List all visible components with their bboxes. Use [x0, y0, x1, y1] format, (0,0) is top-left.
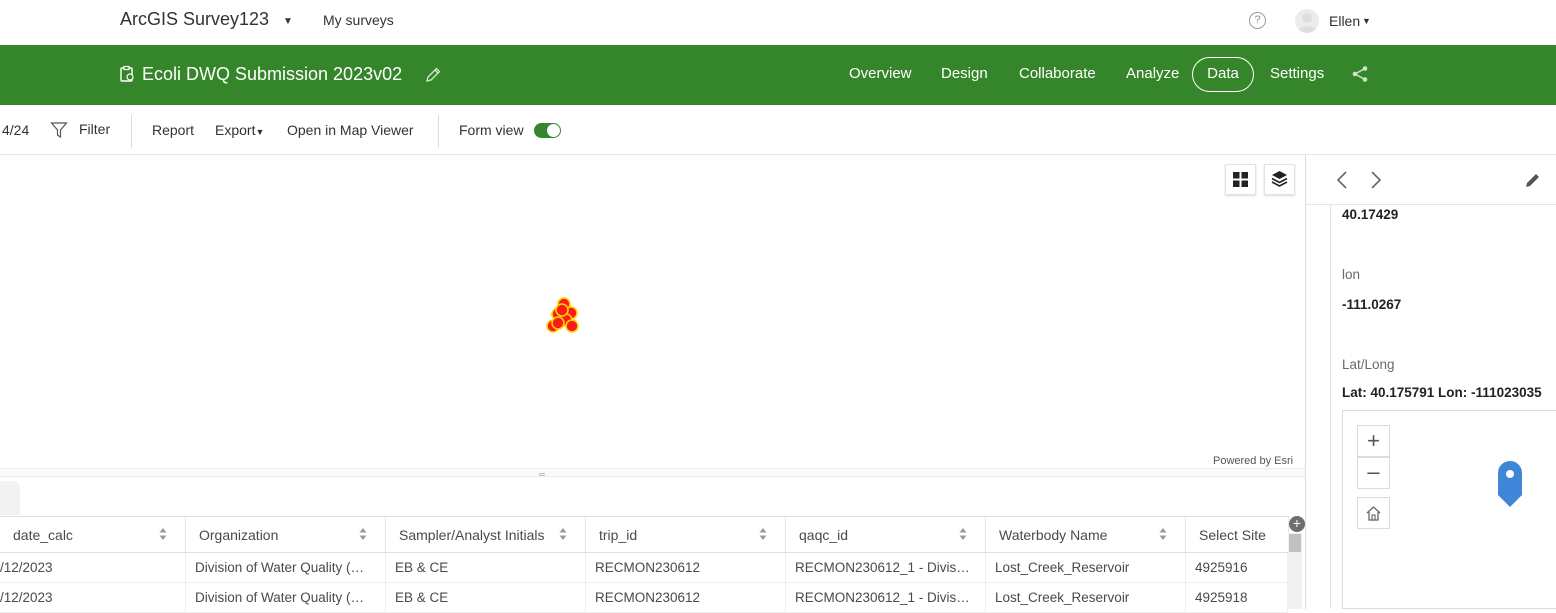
tab-overview[interactable]: Overview	[849, 65, 912, 82]
toolbar-divider	[438, 115, 439, 148]
column-header-label: Sampler/Analyst Initials	[399, 527, 545, 543]
user-name[interactable]: Ellen	[1329, 13, 1360, 29]
location-minimap[interactable]: + –	[1342, 410, 1556, 609]
tab-analyze[interactable]: Analyze	[1126, 65, 1179, 82]
tab-settings[interactable]: Settings	[1270, 65, 1324, 82]
survey-clipboard-icon	[118, 65, 136, 88]
home-icon[interactable]	[1357, 497, 1390, 529]
column-header[interactable]: Select Site	[1186, 516, 1289, 553]
pencil-icon[interactable]	[424, 66, 442, 89]
record-panel-header	[1306, 155, 1556, 205]
record-panel: 40.17429 lon -111.0267 Lat/Long Lat: 40.…	[1305, 155, 1556, 609]
toggle-knob	[547, 124, 560, 137]
record-count: 4/24	[2, 122, 30, 138]
tab-design[interactable]: Design	[941, 65, 988, 82]
column-header-label: Select Site	[1199, 527, 1266, 543]
avatar[interactable]	[1295, 9, 1319, 33]
location-pin-icon	[1497, 461, 1523, 514]
export-label: Export	[215, 122, 256, 138]
latlong-value: Lat: 40.175791 Lon: -111023035	[1342, 385, 1542, 400]
map-view[interactable]: Powered by Esri	[0, 155, 1305, 468]
app-menu-caret-icon[interactable]: ▼	[283, 16, 293, 27]
column-header[interactable]: Organization	[186, 516, 386, 553]
data-table: date_calc Organization Sampler/Analyst Ini…	[0, 516, 1305, 613]
data-toolbar: 4/24 Filter Report Export▼ Open in Map V…	[0, 105, 1556, 155]
report-button[interactable]: Report	[152, 122, 194, 138]
column-header[interactable]: Waterbody Name	[986, 516, 1186, 553]
filter-icon[interactable]	[50, 121, 68, 144]
share-icon[interactable]	[1351, 65, 1369, 88]
form-view-toggle[interactable]	[534, 123, 561, 138]
map-table-splitter[interactable]: ═	[0, 468, 1305, 479]
column-header[interactable]: trip_id	[586, 516, 786, 553]
zoom-out-button[interactable]: –	[1357, 457, 1390, 489]
column-header[interactable]: qaqc_id	[786, 516, 986, 553]
layers-icon[interactable]	[1264, 164, 1295, 195]
top-bar: ArcGIS Survey123 ▼ My surveys ? Ellen ▼	[0, 0, 1556, 45]
table-cell[interactable]: /12/2023	[0, 553, 186, 583]
user-menu-caret-icon[interactable]: ▼	[1362, 16, 1371, 26]
column-header-label: Organization	[199, 527, 279, 543]
table-scrollbar-thumb[interactable]	[1289, 534, 1301, 552]
basemap-gallery-icon[interactable]	[1225, 164, 1256, 195]
table-cell[interactable]: Lost_Creek_Reservoir	[986, 553, 1186, 583]
column-header-label: qaqc_id	[799, 527, 849, 543]
chevron-right-icon[interactable]	[1368, 169, 1384, 196]
survey-header: Ecoli DWQ Submission 2023v02 Overview De…	[0, 45, 1556, 105]
column-header[interactable]: Sampler/Analyst Initials	[386, 516, 586, 553]
my-surveys-link[interactable]: My surveys	[323, 12, 394, 28]
table-cell[interactable]: Division of Water Quality (…	[186, 553, 386, 583]
sort-icon[interactable]	[759, 527, 767, 544]
column-header-label: date_calc	[13, 527, 73, 543]
table-tab[interactable]	[0, 481, 20, 515]
sort-icon[interactable]	[359, 527, 367, 544]
sort-icon[interactable]	[1159, 527, 1167, 544]
sort-icon[interactable]	[159, 527, 167, 544]
map-attribution[interactable]: Powered by Esri	[1213, 455, 1293, 467]
toolbar-divider	[131, 115, 132, 148]
app-title[interactable]: ArcGIS Survey123	[120, 9, 269, 30]
table-cell[interactable]: EB & CE	[386, 553, 586, 583]
open-map-viewer-button[interactable]: Open in Map Viewer	[287, 122, 414, 138]
drag-handle-icon[interactable]: ═	[539, 470, 545, 479]
lon-label: lon	[1342, 267, 1361, 282]
sort-icon[interactable]	[559, 527, 567, 544]
table-cell[interactable]: 4925916	[1186, 553, 1288, 583]
chevron-left-icon[interactable]	[1334, 169, 1350, 196]
tab-data[interactable]: Data	[1192, 57, 1254, 92]
table-cell[interactable]: RECMON230612	[586, 553, 786, 583]
filter-button[interactable]: Filter	[79, 121, 110, 137]
survey-point-cluster[interactable]	[540, 293, 586, 339]
add-column-icon[interactable]: +	[1289, 516, 1305, 532]
tab-collaborate[interactable]: Collaborate	[1019, 65, 1096, 82]
zoom-in-button[interactable]: +	[1357, 425, 1390, 457]
panel-rail	[1330, 205, 1331, 609]
survey-title: Ecoli DWQ Submission 2023v02	[142, 64, 403, 84]
table-cell[interactable]: RECMON230612_1 - Divis…	[786, 553, 986, 583]
latlong-label: Lat/Long	[1342, 357, 1395, 372]
lon-value: -111.0267	[1342, 297, 1402, 312]
export-button[interactable]: Export▼	[215, 122, 264, 138]
lat-value: 40.17429	[1342, 207, 1399, 222]
column-header-label: trip_id	[599, 527, 638, 543]
sort-icon[interactable]	[959, 527, 967, 544]
form-view-label: Form view	[459, 122, 524, 138]
column-header[interactable]: date_calc	[0, 516, 186, 553]
column-header-label: Waterbody Name	[999, 527, 1108, 543]
help-icon[interactable]: ?	[1249, 12, 1266, 29]
export-caret-icon: ▼	[255, 127, 265, 137]
edit-record-icon[interactable]	[1524, 171, 1542, 194]
